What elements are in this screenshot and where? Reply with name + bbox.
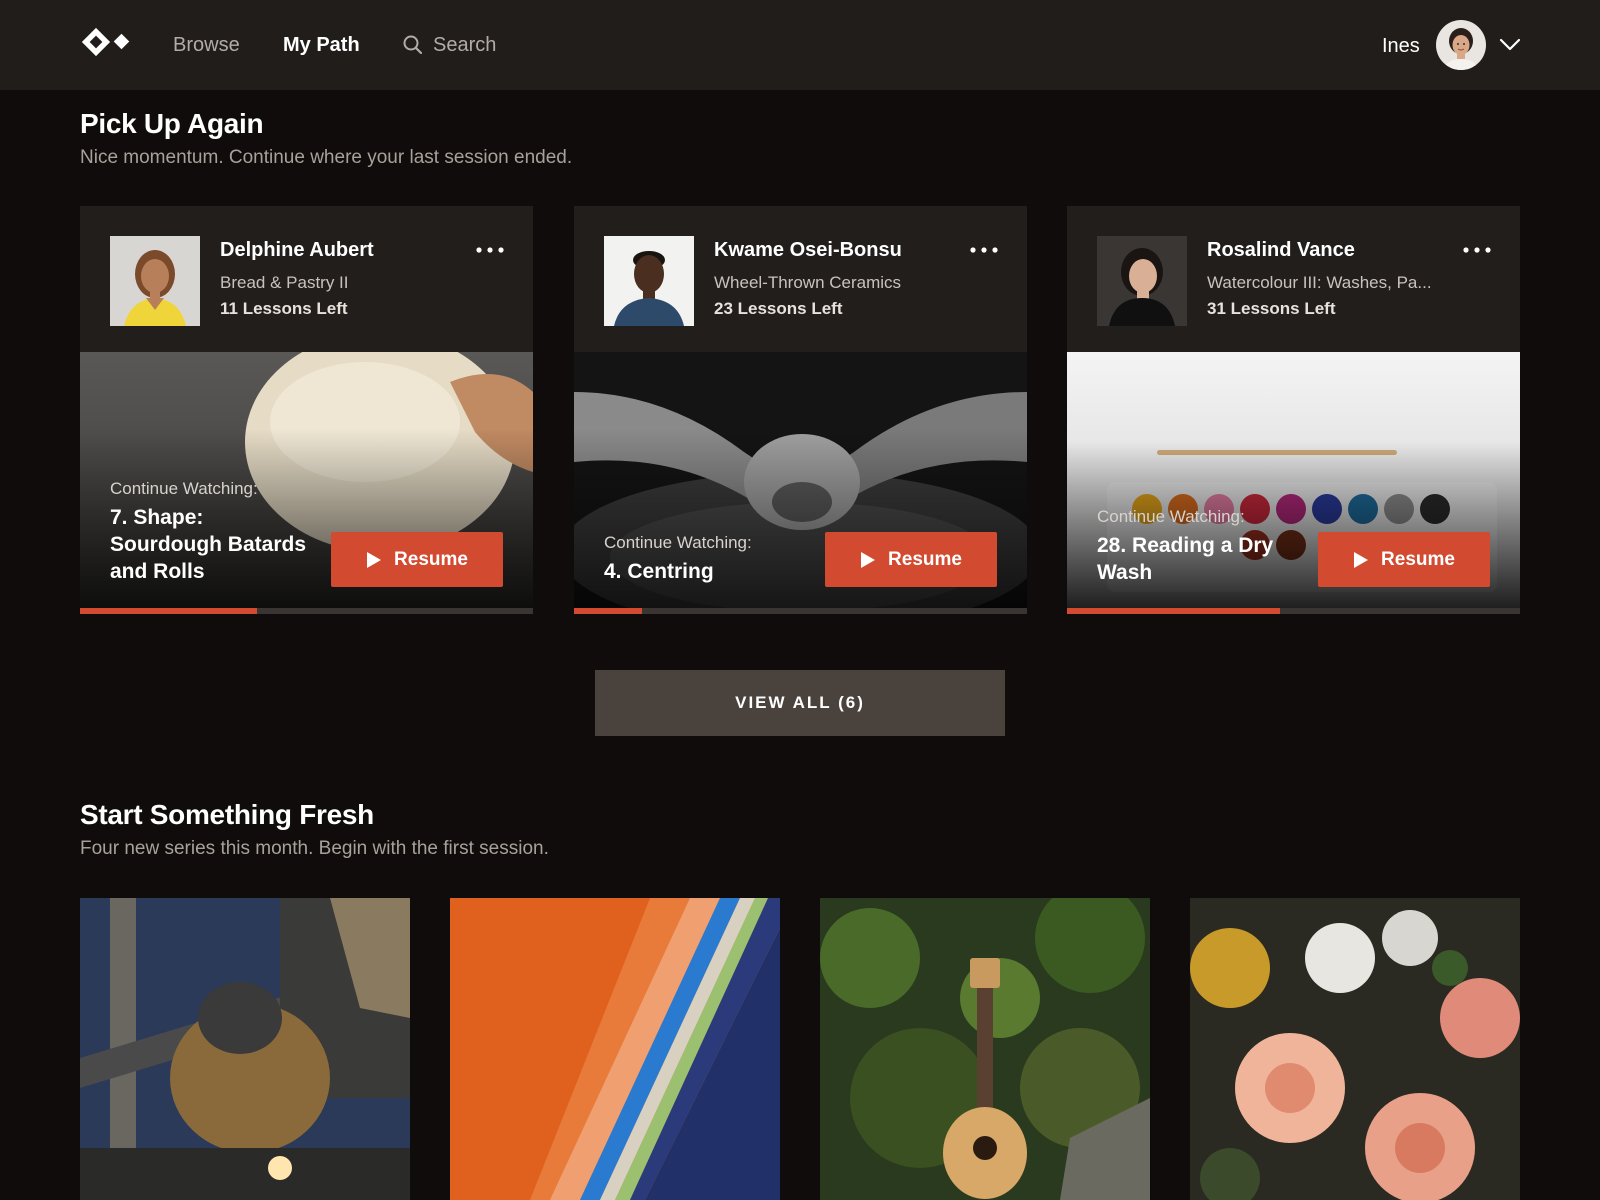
brand-logo-icon[interactable]: [80, 26, 130, 58]
instructor-photo: [604, 236, 694, 326]
card-header: Delphine Aubert Bread & Pastry II 11 Les…: [80, 206, 533, 352]
lesson-title[interactable]: 7. Shape: Sourdough Batards and Rolls: [110, 504, 320, 585]
view-all-button[interactable]: VIEW ALL (6): [595, 670, 1005, 736]
nav-link-browse[interactable]: Browse: [173, 33, 240, 57]
section-title-fresh: Start Something Fresh: [80, 799, 374, 830]
instructor-name[interactable]: Kwame Osei-Bonsu: [714, 238, 902, 262]
section-subtitle-fresh: Four new series this month. Begin with t…: [80, 838, 549, 859]
progress-fill: [1067, 608, 1280, 614]
nav-link-my-path[interactable]: My Path: [283, 33, 360, 57]
search-label: Search: [433, 34, 497, 56]
section-title-pick-up: Pick Up Again: [80, 108, 264, 139]
series-tile-fabric[interactable]: [450, 898, 780, 1200]
section-subtitle-pick-up: Nice momentum. Continue where your last …: [80, 147, 573, 168]
more-options-icon[interactable]: [1462, 244, 1492, 256]
resume-card: Delphine Aubert Bread & Pastry II 11 Les…: [80, 206, 533, 614]
instructor-name[interactable]: Rosalind Vance: [1207, 238, 1355, 262]
lessons-left-count: 23 Lessons Left: [714, 299, 843, 318]
resume-label: Resume: [1381, 548, 1455, 570]
card-header: Rosalind Vance Watercolour III: Washes, …: [1067, 206, 1520, 352]
lesson-title[interactable]: 28. Reading a Dry Wash: [1097, 532, 1307, 586]
progress-bar: [574, 608, 1027, 614]
chevron-down-icon[interactable]: [1498, 33, 1522, 57]
resume-label: Resume: [888, 548, 962, 570]
lessons-left-count: 31 Lessons Left: [1207, 299, 1336, 318]
card-header: Kwame Osei-Bonsu Wheel-Thrown Ceramics 2…: [574, 206, 1027, 352]
instructor-photo: [110, 236, 200, 326]
top-navigation-bar: Browse My Path Search Ines: [0, 0, 1600, 90]
continue-watching-label: Continue Watching:: [110, 479, 258, 498]
play-icon: [1354, 551, 1369, 568]
resume-label: Resume: [394, 548, 468, 570]
resume-card: Kwame Osei-Bonsu Wheel-Thrown Ceramics 2…: [574, 206, 1027, 614]
resume-button[interactable]: Resume: [825, 532, 997, 587]
more-options-icon[interactable]: [969, 244, 999, 256]
progress-bar: [80, 608, 533, 614]
search-button[interactable]: Search: [402, 33, 496, 57]
continue-watching-label: Continue Watching:: [1097, 507, 1245, 526]
course-name[interactable]: Bread & Pastry II: [220, 272, 349, 294]
search-icon: [403, 35, 423, 55]
lesson-title[interactable]: 4. Centring: [604, 558, 814, 585]
progress-fill: [80, 608, 257, 614]
more-options-icon[interactable]: [475, 244, 505, 256]
series-tile-florals[interactable]: [1190, 898, 1520, 1200]
series-tile-guitar[interactable]: [820, 898, 1150, 1200]
play-icon: [861, 551, 876, 568]
view-all-label: VIEW ALL (6): [735, 693, 865, 712]
continue-watching-label: Continue Watching:: [604, 533, 752, 552]
course-name[interactable]: Watercolour III: Washes, Pa...: [1207, 272, 1432, 294]
play-icon: [367, 551, 382, 568]
instructor-name[interactable]: Delphine Aubert: [220, 238, 374, 262]
instructor-photo: [1097, 236, 1187, 326]
resume-button[interactable]: Resume: [1318, 532, 1490, 587]
user-avatar[interactable]: [1436, 20, 1486, 70]
progress-bar: [1067, 608, 1520, 614]
series-tile-welding[interactable]: [80, 898, 410, 1200]
progress-fill: [574, 608, 642, 614]
lessons-left-count: 11 Lessons Left: [220, 299, 348, 318]
resume-card: Rosalind Vance Watercolour III: Washes, …: [1067, 206, 1520, 614]
resume-button[interactable]: Resume: [331, 532, 503, 587]
user-name[interactable]: Ines: [1382, 34, 1420, 58]
course-name[interactable]: Wheel-Thrown Ceramics: [714, 272, 901, 294]
